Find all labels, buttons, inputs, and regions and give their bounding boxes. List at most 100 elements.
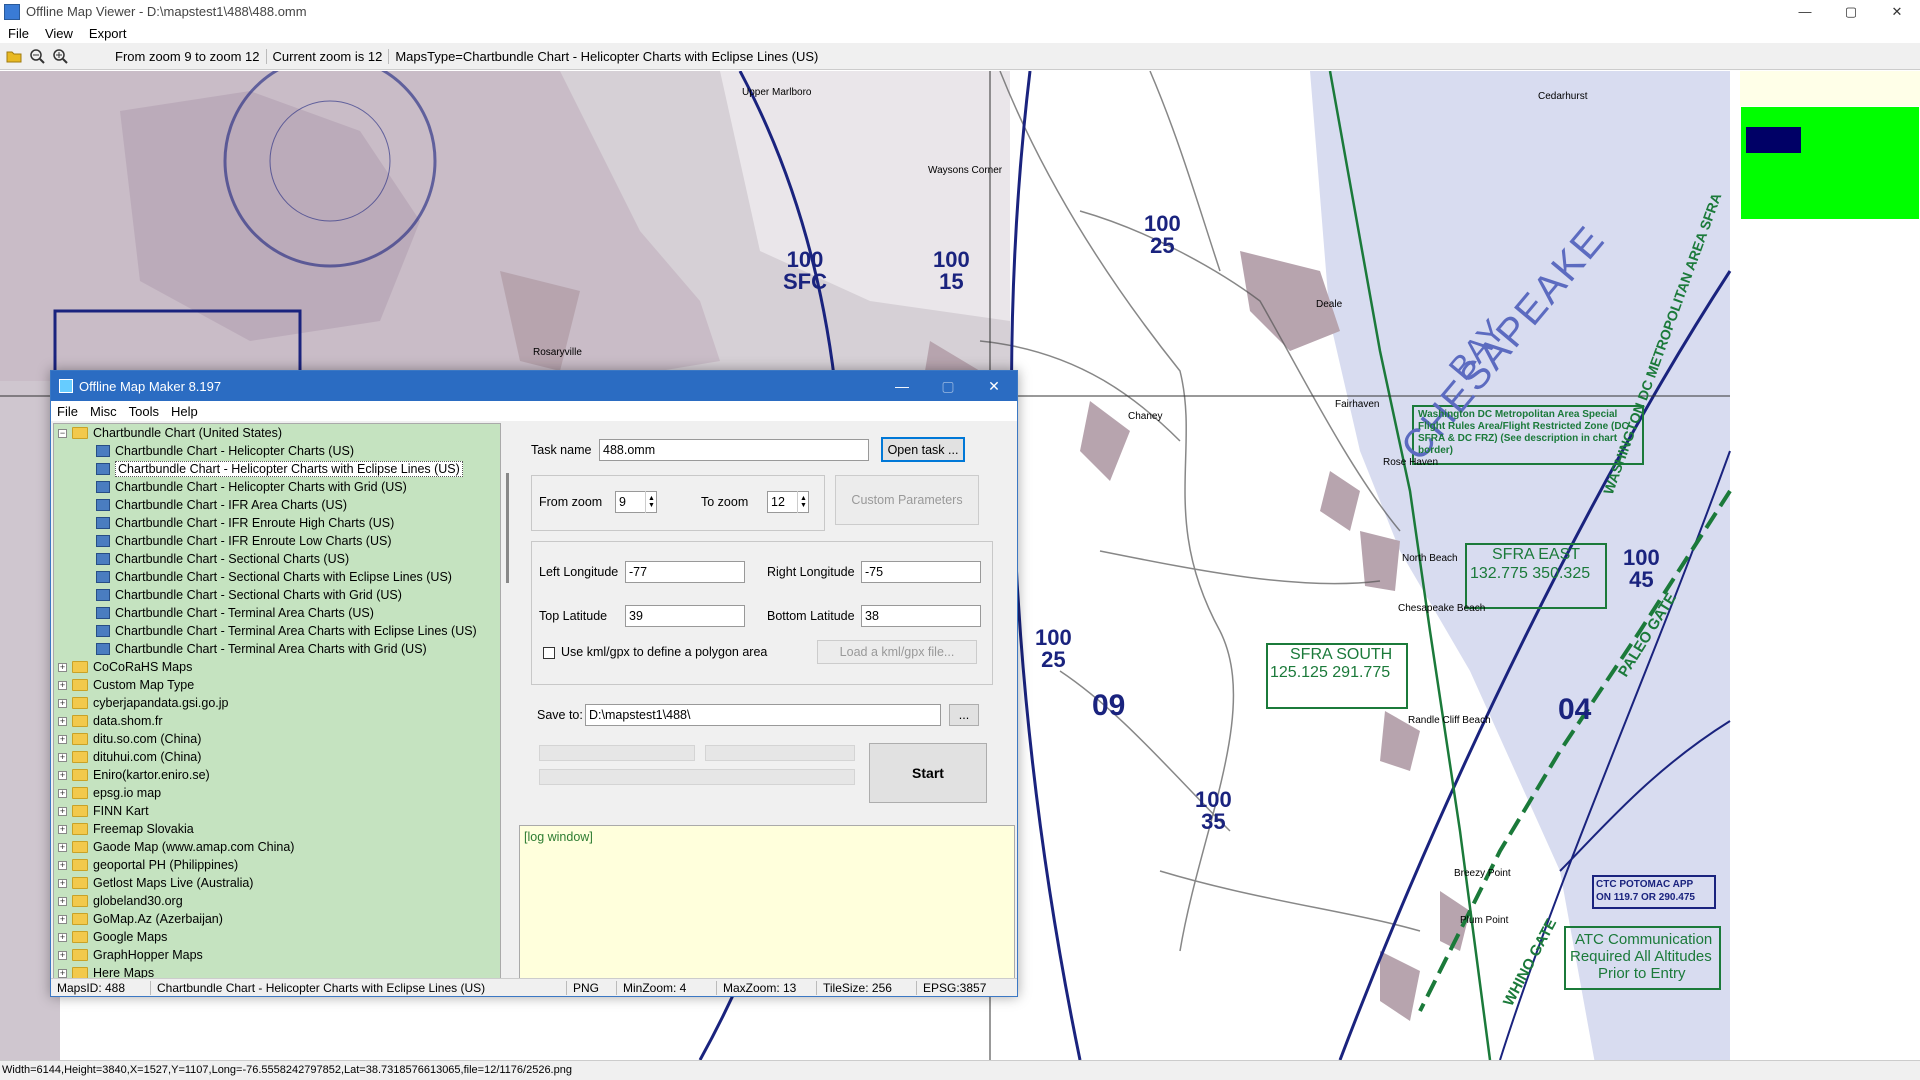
tree-map-item[interactable]: Chartbundle Chart - Sectional Charts wit… [54,568,500,586]
current-zoom-text: Current zoom is 12 [267,48,390,64]
from-zoom-spinner[interactable]: ▲ ▼ [645,491,657,513]
tree-folder-item[interactable]: + Freemap Slovakia [54,820,500,838]
expand-icon[interactable]: + [58,824,67,834]
maximize-button[interactable]: ▢ [1828,0,1874,23]
tree-map-item[interactable]: Chartbundle Chart - IFR Enroute Low Char… [54,532,500,550]
map-tile-icon [96,607,110,619]
left-longitude-input[interactable]: -77 [625,561,745,583]
tree-folder-item[interactable]: + Getlost Maps Live (Australia) [54,874,500,892]
folder-icon [72,697,88,709]
expand-icon[interactable]: + [58,770,67,780]
altitude-100-35: 100 35 [1195,789,1232,833]
start-button[interactable]: Start [869,743,987,803]
tree-map-item[interactable]: Chartbundle Chart - Terminal Area Charts… [54,640,500,658]
expand-icon[interactable]: + [58,734,67,744]
log-window[interactable]: [log window] [519,825,1015,980]
dialog-menu-file[interactable]: File [51,404,84,419]
save-to-input[interactable]: D:\mapstest1\488\ [585,704,941,726]
tree-folder-item[interactable]: + Custom Map Type [54,676,500,694]
atc-line1: ATC Communication [1575,931,1713,948]
tree-map-item[interactable]: Chartbundle Chart - Terminal Area Charts… [54,622,500,640]
tree-map-item[interactable]: Chartbundle Chart - Helicopter Charts wi… [54,460,500,478]
menu-file[interactable]: File [0,26,37,41]
tree-folder-item[interactable]: + globeland30.org [54,892,500,910]
dialog-menu-help[interactable]: Help [165,404,204,419]
tree-folder-item[interactable]: + GraphHopper Maps [54,946,500,964]
tree-map-item[interactable]: Chartbundle Chart - Sectional Charts wit… [54,586,500,604]
menu-view[interactable]: View [37,26,81,41]
expand-icon[interactable]: + [58,932,67,942]
bottom-latitude-input[interactable]: 38 [861,605,981,627]
tree-map-item[interactable]: Chartbundle Chart - Helicopter Charts wi… [54,478,500,496]
dialog-app-icon [59,379,73,393]
tree-folder-item[interactable]: + Google Maps [54,928,500,946]
tree-folder-item[interactable]: + Eniro(kartor.eniro.se) [54,766,500,784]
expand-icon[interactable]: + [58,968,67,978]
custom-parameters-button[interactable]: Custom Parameters [835,475,979,525]
map-tile-icon [96,517,110,529]
top-latitude-input[interactable]: 39 [625,605,745,627]
menu-export[interactable]: Export [81,26,135,41]
open-folder-icon[interactable] [5,47,23,65]
dialog-menu-misc[interactable]: Misc [84,404,123,419]
place-upper-marlboro: Upper Marlboro [742,87,812,98]
minimize-button[interactable]: — [1782,0,1828,23]
tree-folder-label: Getlost Maps Live (Australia) [93,876,254,890]
tree-folder-item[interactable]: + geoportal PH (Philippines) [54,856,500,874]
tree-map-item[interactable]: Chartbundle Chart - Helicopter Charts (U… [54,442,500,460]
expand-icon[interactable]: + [58,914,67,924]
zoom-range-text: From zoom 9 to zoom 12 [109,48,267,64]
dialog-close-button[interactable]: ✕ [971,371,1017,401]
expand-icon[interactable]: + [58,698,67,708]
load-kml-button[interactable]: Load a kml/gpx file... [817,640,977,664]
tree-folder-item[interactable]: + cyberjapandata.gsi.go.jp [54,694,500,712]
close-button[interactable]: ✕ [1874,0,1920,23]
tree-folder-item[interactable]: + CoCoRaHS Maps [54,658,500,676]
status-map-name: Chartbundle Chart - Helicopter Charts wi… [151,980,567,995]
tree-map-item[interactable]: Chartbundle Chart - IFR Enroute High Cha… [54,514,500,532]
tree-map-item[interactable]: Chartbundle Chart - Sectional Charts (US… [54,550,500,568]
tree-folder-item[interactable]: + ditu.so.com (China) [54,730,500,748]
expand-icon[interactable]: + [58,950,67,960]
map-tile-icon [96,535,110,547]
dialog-menu-tools[interactable]: Tools [123,404,165,419]
expand-icon[interactable]: + [58,752,67,762]
tree-scroll-thumb[interactable] [506,473,509,583]
zoom-out-icon[interactable] [28,47,46,65]
tree-folder-item[interactable]: + epsg.io map [54,784,500,802]
expand-icon[interactable]: + [58,662,67,672]
tree-folder-item[interactable]: + Gaode Map (www.amap.com China) [54,838,500,856]
expand-icon[interactable]: + [58,788,67,798]
collapse-icon[interactable]: − [58,428,67,438]
expand-icon[interactable]: + [58,878,67,888]
tree-root-row[interactable]: − Chartbundle Chart (United States) [54,424,500,442]
dialog-minimize-button[interactable]: — [879,371,925,401]
tree-scrollbar[interactable] [503,423,513,980]
to-zoom-spinner[interactable]: ▲ ▼ [797,491,809,513]
map-type-tree[interactable]: − Chartbundle Chart (United States) Chartb… [53,423,501,980]
open-task-button[interactable]: Open task ... [881,437,965,462]
tree-folder-item[interactable]: + FINN Kart [54,802,500,820]
kml-checkbox[interactable] [543,647,555,659]
task-name-input[interactable]: 488.omm [599,439,869,461]
tree-folder-item[interactable]: + GoMap.Az (Azerbaijan) [54,910,500,928]
expand-icon[interactable]: + [58,806,67,816]
tree-map-item[interactable]: Chartbundle Chart - Terminal Area Charts… [54,604,500,622]
tree-folder-item[interactable]: + data.shom.fr [54,712,500,730]
tree-map-item[interactable]: Chartbundle Chart - IFR Area Charts (US) [54,496,500,514]
expand-icon[interactable]: + [58,842,67,852]
browse-button[interactable]: ... [949,704,979,726]
expand-icon[interactable]: + [58,860,67,870]
map-tile-icon [96,481,110,493]
expand-icon[interactable]: + [58,680,67,690]
dialog-title: Offline Map Maker 8.197 [79,378,222,394]
tree-folder-item[interactable]: + dituhui.com (China) [54,748,500,766]
dialog-maximize-button[interactable]: ▢ [925,371,971,401]
expand-icon[interactable]: + [58,896,67,906]
zoom-in-icon[interactable] [51,47,69,65]
right-longitude-input[interactable]: -75 [861,561,981,583]
map-tile-icon [96,589,110,601]
map-tile-icon [96,499,110,511]
sfra-south-freq: 125.125 291.775 [1270,664,1391,681]
expand-icon[interactable]: + [58,716,67,726]
